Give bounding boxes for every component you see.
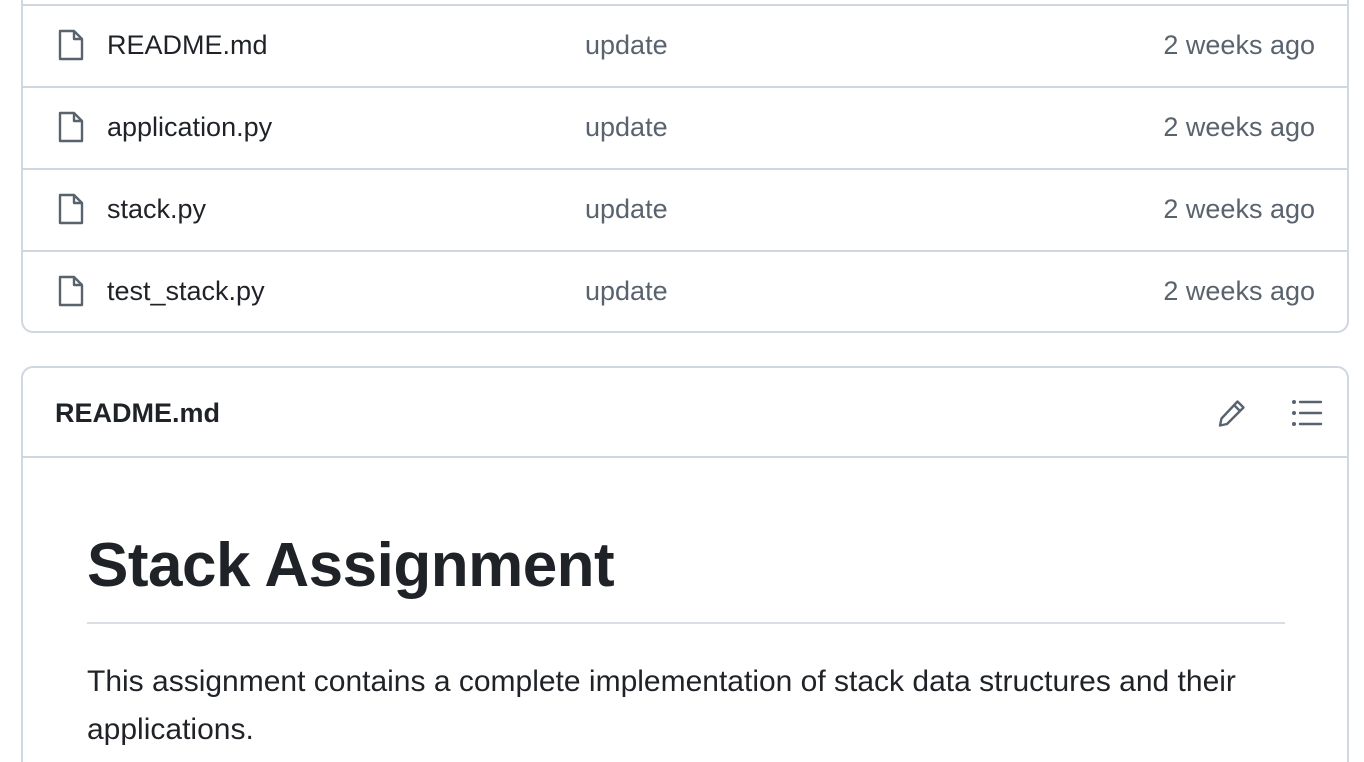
file-name-link[interactable]: README.md — [107, 30, 268, 61]
file-icon — [58, 193, 84, 225]
list-unordered-icon[interactable] — [1287, 394, 1325, 432]
commit-message-link[interactable]: update — [585, 112, 668, 143]
heading-divider — [87, 622, 1285, 624]
file-row[interactable]: README.md update 2 weeks ago — [23, 6, 1347, 88]
file-icon — [58, 29, 84, 61]
commit-age: 2 weeks ago — [1163, 30, 1315, 60]
commit-age: 2 weeks ago — [1163, 276, 1315, 306]
file-row[interactable]: application.py update 2 weeks ago — [23, 88, 1347, 170]
pencil-icon[interactable] — [1213, 394, 1251, 432]
readme-heading: Stack Assignment — [87, 531, 615, 600]
commit-message-link[interactable]: update — [585, 194, 668, 225]
commit-message-link[interactable]: update — [585, 30, 668, 61]
commit-age: 2 weeks ago — [1163, 112, 1315, 142]
file-icon — [58, 275, 84, 307]
file-name-link[interactable]: application.py — [107, 112, 272, 143]
commit-message-link[interactable]: update — [585, 276, 668, 307]
readme-title: README.md — [55, 398, 221, 428]
readme-paragraph: This assignment contains a complete impl… — [87, 665, 1236, 746]
file-list: README.md update 2 weeks ago application… — [21, 0, 1349, 333]
file-name-link[interactable]: test_stack.py — [107, 276, 265, 307]
file-row[interactable]: stack.py update 2 weeks ago — [23, 170, 1347, 252]
readme-header: README.md — [23, 368, 1347, 458]
file-row[interactable]: test_stack.py update 2 weeks ago — [23, 252, 1347, 331]
file-icon — [58, 111, 84, 143]
commit-age: 2 weeks ago — [1163, 194, 1315, 224]
readme-panel: README.md Stack Assignment This assignme… — [21, 366, 1349, 762]
file-name-link[interactable]: stack.py — [107, 194, 206, 225]
